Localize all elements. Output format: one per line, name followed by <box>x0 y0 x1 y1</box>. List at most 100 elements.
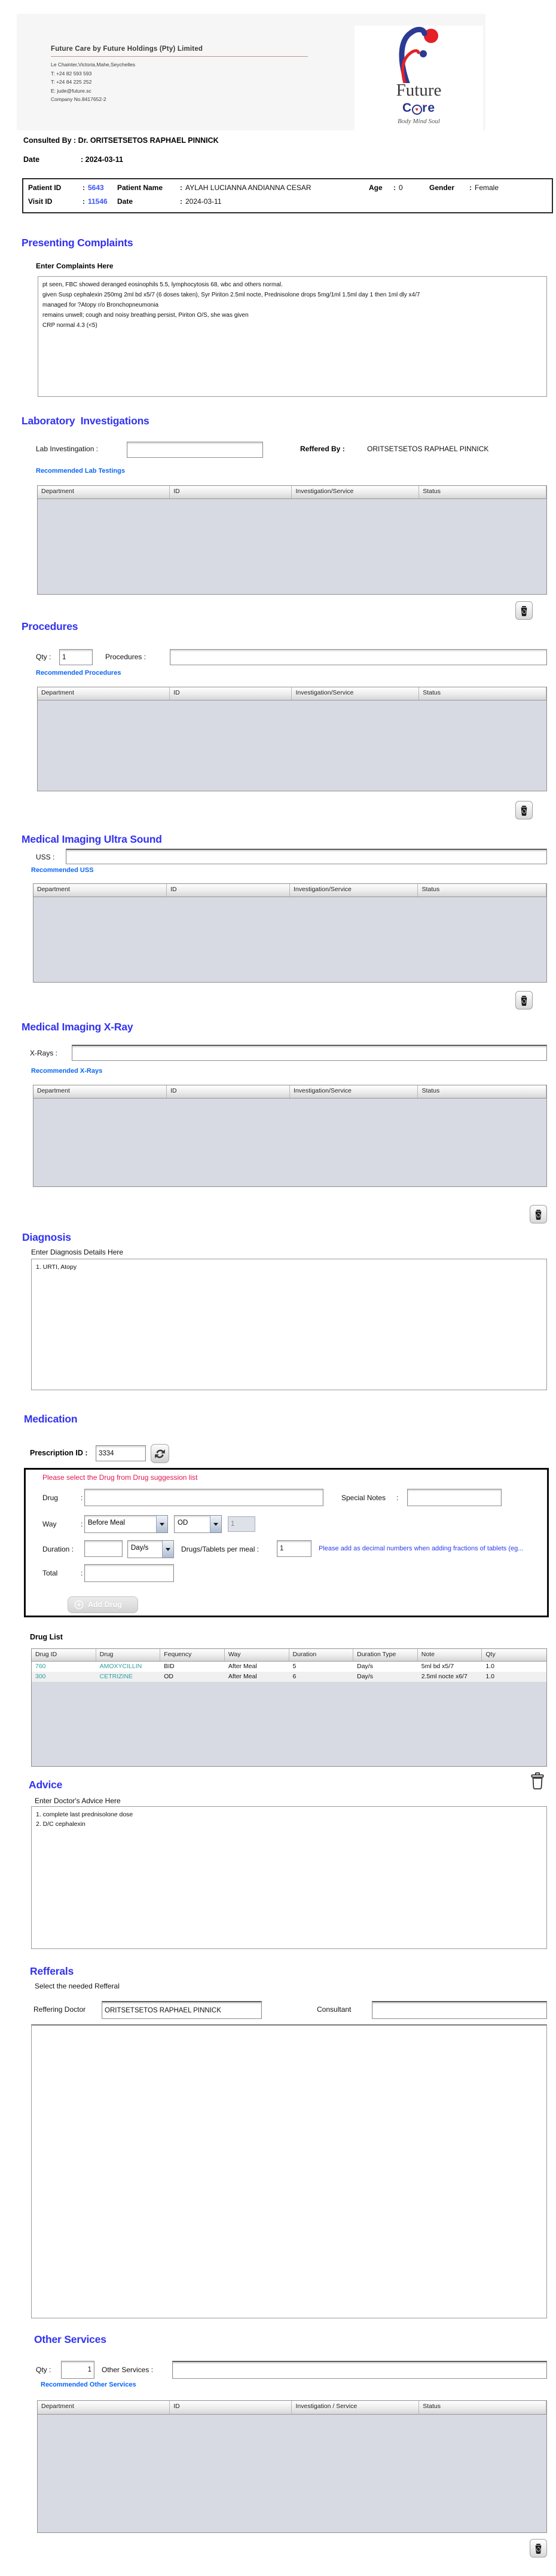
col-qty: Qty <box>482 1649 546 1661</box>
referring-doctor-input[interactable] <box>102 2001 262 2019</box>
lab-investigation-input[interactable] <box>127 442 263 458</box>
meal-select[interactable]: Before Meal <box>84 1515 168 1533</box>
procedures-qty-input[interactable] <box>59 649 93 665</box>
other-services-input[interactable] <box>172 2361 547 2379</box>
complaints-subtitle: Enter Complaints Here <box>36 262 113 270</box>
lab-testings-table: Department ID Investigation/Service Stat… <box>37 485 547 595</box>
refresh-icon <box>154 1448 166 1460</box>
col-duration-type: Duration Type <box>353 1649 418 1661</box>
colon: : <box>81 1520 83 1528</box>
advice-textarea[interactable]: 1. complete last prednisolone dose 2. D/… <box>31 1806 547 1949</box>
drug-suggestion-warning: Please select the Drug from Drug suggess… <box>42 1473 197 1482</box>
procedures-delete-button[interactable] <box>515 801 533 819</box>
advice-delete-button[interactable] <box>530 1772 545 1791</box>
per-meal-input[interactable] <box>277 1540 311 1557</box>
per-meal-label: Drugs/Tablets per meal : <box>181 1545 259 1553</box>
referring-doctor-label: Reffering Doctor <box>33 2005 85 2014</box>
company-logo: Future C♥re Body Mind Soul <box>355 26 483 130</box>
col-id: ID <box>167 884 290 897</box>
phone-line-1: T: +24 82 593 593 <box>51 69 135 78</box>
chevron-down-icon <box>156 1516 167 1532</box>
trash-icon <box>534 2543 543 2554</box>
company-number-line: Company No.8417652-2 <box>51 95 135 104</box>
recommended-procedures-link[interactable]: Recommended Procedures <box>36 669 121 677</box>
patient-row-2: Visit ID:11546 Date:2024-03-11 <box>23 197 552 209</box>
drug-row[interactable]: 760 AMOXYCILLIN BID After Meal 5 Day/s 5… <box>32 1662 546 1672</box>
drug-table-filler <box>32 1682 546 1766</box>
col-department: Department <box>33 884 167 897</box>
referral-list-box[interactable] <box>31 2024 547 2318</box>
drug-list-table: Drug ID Drug Fequency Way Duration Durat… <box>31 1648 547 1767</box>
presenting-complaints-title: Presenting Complaints <box>22 237 133 249</box>
other-qty-input[interactable] <box>61 2361 94 2379</box>
add-drug-button[interactable]: Add Drug <box>68 1596 138 1613</box>
duration-input[interactable] <box>84 1540 123 1557</box>
laboratory-title: Laboratory Investigations <box>22 415 149 427</box>
consultation-date: 2024-03-11 <box>85 155 123 164</box>
other-services-delete-button[interactable] <box>530 2539 547 2557</box>
col-id: ID <box>170 486 292 498</box>
recommended-lab-testings-link[interactable]: Recommended Lab Testings <box>36 467 125 475</box>
xray-delete-button[interactable] <box>530 1205 547 1223</box>
uss-label: USS : <box>36 853 54 861</box>
gender-value: Female <box>475 183 499 192</box>
col-department: Department <box>38 2401 170 2414</box>
trash-icon <box>520 805 528 816</box>
total-input[interactable] <box>84 1564 174 1582</box>
way-label: Way <box>42 1520 57 1528</box>
uss-table-header: Department ID Investigation/Service Stat… <box>33 884 546 897</box>
phone-line-2: T: +24 84 225 252 <box>51 78 135 87</box>
refresh-prescription-button[interactable] <box>151 1444 169 1463</box>
xrays-input[interactable] <box>72 1045 547 1061</box>
consultant-input[interactable] <box>372 2001 547 2019</box>
header-divider <box>51 56 308 57</box>
uss-delete-button[interactable] <box>515 991 533 1009</box>
col-frequency: Fequency <box>160 1649 225 1661</box>
trash-icon <box>534 1209 543 1220</box>
xray-table: Department ID Investigation/Service Stat… <box>33 1085 547 1187</box>
drug-input[interactable] <box>84 1489 323 1506</box>
xray-title: Medical Imaging X-Ray <box>22 1021 133 1033</box>
procedures-input[interactable] <box>170 649 547 665</box>
complaints-textarea[interactable]: pt seen, FBC showed deranged eosinophils… <box>38 276 547 397</box>
lab-delete-button[interactable] <box>515 601 533 620</box>
drug-row[interactable]: 300 CETRIZINE OD After Meal 6 Day/s 2.5m… <box>32 1672 546 1682</box>
other-services-field-label: Other Services : <box>102 2366 153 2374</box>
procedures-table-body <box>38 700 546 791</box>
gender-cell: Gender:Female <box>429 183 499 192</box>
ultrasound-title: Medical Imaging Ultra Sound <box>22 833 162 846</box>
consultant-label: Consultant <box>317 2005 351 2014</box>
patient-name-cell: Patient Name:AYLAH LUCIANNA ANDIANNA CES… <box>117 183 311 192</box>
other-services-table: Department ID Investigation / Service St… <box>37 2400 547 2533</box>
medication-title: Medication <box>24 1413 77 1425</box>
recommended-xrays-link[interactable]: Recommended X-Rays <box>31 1067 102 1075</box>
duration-unit-select[interactable]: Day/s <box>127 1540 174 1558</box>
uss-input[interactable] <box>66 849 547 864</box>
diagnosis-textarea[interactable]: 1. URTI, Atopy <box>31 1259 547 1390</box>
prescription-id-input[interactable] <box>96 1445 146 1461</box>
special-notes-label: Special Notes <box>341 1494 386 1502</box>
procedures-field-label: Procedures : <box>105 653 146 661</box>
visit-id-value: 11546 <box>88 197 108 206</box>
visit-date-cell: Date:2024-03-11 <box>117 197 222 206</box>
col-status: Status <box>419 486 546 498</box>
logo-word-care: C♥re <box>355 101 483 115</box>
duration-label: Duration : <box>42 1545 74 1553</box>
col-department: Department <box>38 486 170 498</box>
colon: : <box>396 1494 398 1502</box>
drug-list-title: Drug List <box>30 1633 63 1641</box>
recommended-other-services-link[interactable]: Recommended Other Services <box>41 2381 136 2388</box>
visit-date-value: 2024-03-11 <box>185 197 222 206</box>
procedures-table-header: Department ID Investigation/Service Stat… <box>38 687 546 700</box>
procedures-qty-label: Qty : <box>36 653 51 661</box>
col-id: ID <box>170 2401 292 2414</box>
plus-circle-icon <box>74 1600 84 1610</box>
lab-investigation-label: Lab Investingation : <box>36 445 98 453</box>
recommended-uss-link[interactable]: Recommended USS <box>31 867 94 874</box>
trash-icon <box>520 995 528 1006</box>
special-notes-input[interactable] <box>407 1489 502 1506</box>
consulted-by-label: Consulted By : Dr. <box>23 136 88 145</box>
consulting-doctor-name: ORITSETSETOS RAPHAEL PINNICK <box>90 136 219 145</box>
company-address: Le Chainter,Victoria,Mahe,Seychelles T: … <box>51 60 135 104</box>
frequency-select[interactable]: OD <box>174 1515 222 1533</box>
